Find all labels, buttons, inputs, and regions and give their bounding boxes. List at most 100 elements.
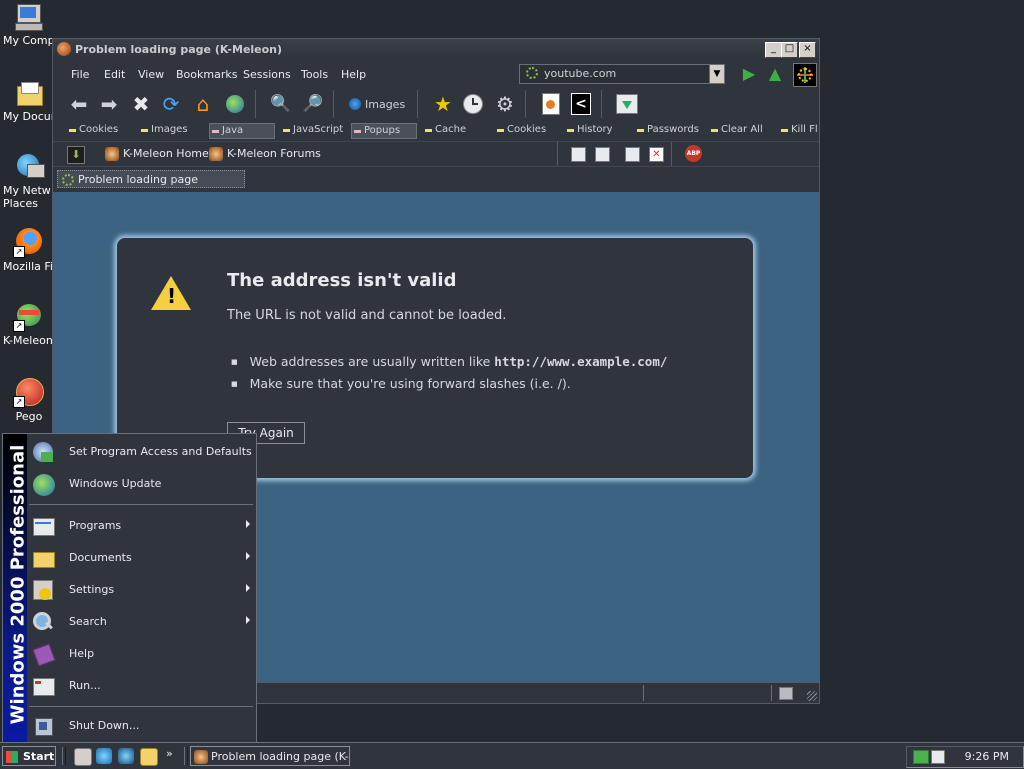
shortcut-arrow-icon: ↗ (13, 246, 25, 258)
menu-file[interactable]: File (71, 68, 89, 81)
network-tray-icon[interactable] (913, 750, 929, 764)
go-button[interactable]: ▶ (737, 61, 761, 85)
toolbar-separator (417, 90, 418, 118)
bookmark-kmeleon-forums[interactable]: K-Meleon Forums (209, 147, 321, 161)
globe-icon[interactable] (223, 92, 247, 116)
resize-grip[interactable] (807, 691, 817, 701)
prefbar-clear-all[interactable]: Clear All (709, 123, 763, 137)
add-tab-icon[interactable] (625, 147, 640, 162)
download-icon[interactable] (615, 92, 639, 116)
bookmarks-bar: ⬇ K-Meleon Home K-Meleon Forums ✕ ABP (53, 141, 819, 167)
desktop-icon-network-places[interactable]: My Netw Places (0, 152, 56, 210)
desktop-icon-my-computer[interactable]: My Compu (0, 2, 56, 47)
back-icon[interactable]: ⬅ (67, 92, 91, 116)
throbber-icon (793, 63, 817, 87)
desktop-icon-firefox[interactable]: ↗ Mozilla Fire (0, 228, 56, 273)
prefbar-images[interactable]: Images (139, 123, 188, 137)
prefbar-cookies[interactable]: Cookies (67, 123, 118, 137)
run-icon (31, 674, 55, 698)
navigation-toolbar: ⬅ ➡ ✖ ⟳ ⌂ 🔍 🔎 Images ★ ⚙ < (53, 86, 819, 122)
prefbar-history[interactable]: History (565, 123, 613, 137)
duplicate-tab-icon[interactable] (595, 147, 610, 162)
desktop-icon-my-documents[interactable]: My Docum (0, 78, 56, 123)
prefbar-java[interactable]: Java (209, 123, 275, 139)
menu-sessions[interactable]: Sessions (243, 68, 291, 81)
desktop-icon-label: My Docum (3, 110, 55, 123)
title-bar[interactable]: Problem loading page (K-Meleon) _ □ × (53, 39, 819, 60)
close-tab-icon[interactable]: ✕ (649, 147, 664, 162)
bookmark-label: K-Meleon Forums (227, 147, 321, 160)
desktop-icon-label: Mozilla Fire (3, 260, 55, 273)
menu-item-settings[interactable]: Settings (27, 576, 256, 604)
firefox-icon: ↗ (13, 228, 43, 258)
download-arrow-icon[interactable]: ⬇ (67, 146, 85, 164)
quicklaunch-chevron-icon[interactable]: » (166, 747, 173, 760)
error-description: The URL is not valid and cannot be loade… (227, 308, 507, 323)
explorer-folder-icon[interactable] (140, 748, 158, 766)
menu-item-search[interactable]: Search (27, 608, 256, 636)
menu-tools[interactable]: Tools (301, 68, 328, 81)
menu-item-set-program-access[interactable]: Set Program Access and Defaults (27, 438, 256, 466)
print-icon[interactable] (539, 92, 563, 116)
tab-bar: Problem loading page (53, 167, 819, 191)
windows-update-icon (31, 472, 55, 496)
menu-help[interactable]: Help (341, 68, 366, 81)
home-icon[interactable]: ⌂ (191, 92, 215, 116)
stop-icon[interactable]: ✖ (129, 92, 153, 116)
menu-item-label: Run... (69, 679, 101, 692)
menu-item-shut-down[interactable]: Shut Down... (27, 712, 256, 740)
tray-app-icon[interactable] (931, 750, 945, 764)
close-button[interactable]: × (799, 42, 816, 58)
desktop-icon-label: K-Meleon (3, 334, 53, 347)
bookmark-kmeleon-home[interactable]: K-Meleon Home (105, 147, 209, 161)
outlook-express-icon[interactable] (118, 748, 134, 764)
settings-gear-icon[interactable]: ⚙ (493, 92, 517, 116)
minimize-button[interactable]: _ (765, 42, 782, 58)
adblock-icon[interactable]: ABP (685, 145, 702, 162)
internet-explorer-icon[interactable] (96, 748, 112, 764)
menu-item-programs[interactable]: Programs (27, 512, 256, 540)
url-dropdown-button[interactable]: ▼ (709, 65, 724, 83)
search-icon (31, 610, 55, 634)
zoom-out-icon[interactable]: 🔎 (301, 92, 325, 116)
reload-icon[interactable]: ⟳ (159, 92, 183, 116)
toolbar-separator (333, 90, 334, 118)
zoom-in-icon[interactable]: 🔍 (269, 92, 293, 116)
kmeleon-icon (194, 750, 208, 764)
up-button[interactable]: ▲ (763, 61, 787, 85)
show-desktop-icon[interactable] (74, 748, 92, 766)
prefbar-passwords[interactable]: Passwords (635, 123, 699, 137)
prefbar-cache[interactable]: Cache (423, 123, 466, 137)
shortcut-arrow-icon: ↗ (13, 396, 25, 408)
tab-problem-loading[interactable]: Problem loading page (57, 170, 245, 188)
forward-icon[interactable]: ➡ (97, 92, 121, 116)
new-tab-icon[interactable] (571, 147, 586, 162)
url-bar[interactable]: youtube.com ▼ (519, 64, 725, 84)
desktop-icon-pego[interactable]: ↗ Pego (0, 378, 56, 423)
prefbar-kill-flash[interactable]: Kill Fl (779, 123, 825, 137)
menu-edit[interactable]: Edit (104, 68, 125, 81)
tab-label: Problem loading page (78, 173, 198, 186)
computer-icon (13, 2, 43, 32)
bookmark-label: K-Meleon Home (123, 147, 209, 160)
images-toggle-button[interactable]: Images (349, 98, 405, 111)
history-clock-icon[interactable] (461, 92, 485, 116)
prefbar-popups[interactable]: Popups (351, 123, 417, 139)
kmeleon-icon: ↗ (13, 302, 43, 332)
prefbar-javascript[interactable]: JavaScript (281, 123, 343, 137)
menu-bookmarks[interactable]: Bookmarks (176, 68, 237, 81)
menu-item-help[interactable]: Help (27, 640, 256, 668)
menu-view[interactable]: View (138, 68, 164, 81)
bookmark-star-icon[interactable]: ★ (431, 92, 455, 116)
popup-blocker-icon[interactable] (779, 687, 793, 700)
menu-item-documents[interactable]: Documents (27, 544, 256, 572)
menu-item-run[interactable]: Run... (27, 672, 256, 700)
taskbar-item-kmeleon[interactable]: Problem loading page (K-... (190, 746, 350, 766)
menu-item-windows-update[interactable]: Windows Update (27, 470, 256, 498)
view-source-icon[interactable]: < (569, 92, 593, 116)
desktop-icon-kmeleon[interactable]: ↗ K-Meleon (0, 302, 56, 347)
maximize-button[interactable]: □ (781, 42, 798, 58)
start-button[interactable]: Start (2, 746, 56, 766)
prefbar-cookies-clear[interactable]: Cookies (495, 123, 546, 137)
start-menu: Windows 2000 Professional Set Program Ac… (2, 433, 257, 745)
